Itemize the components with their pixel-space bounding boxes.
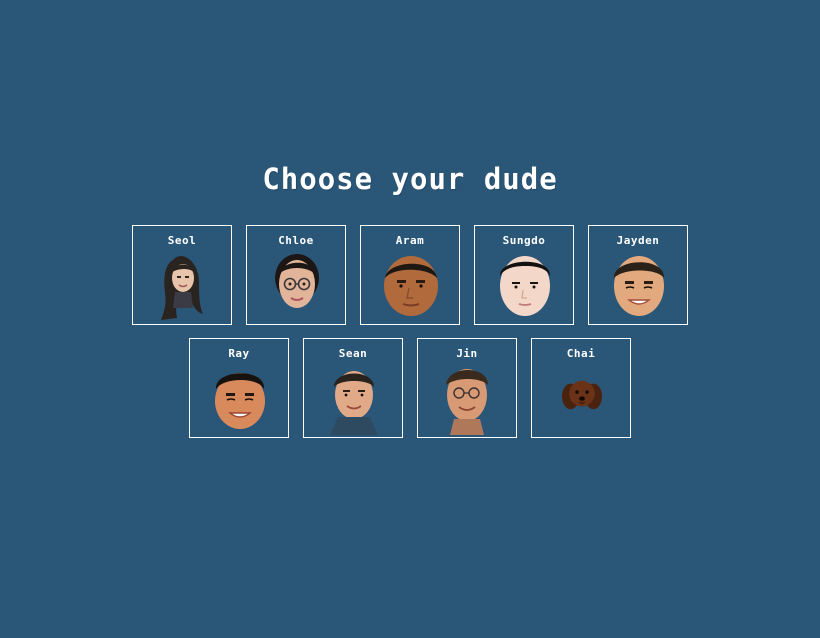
character-name: Chai bbox=[566, 347, 596, 360]
character-card-ray[interactable]: Ray bbox=[189, 338, 289, 438]
face-sean-icon bbox=[330, 371, 378, 435]
character-card-seol[interactable]: Seol bbox=[132, 225, 232, 325]
character-card-sungdo[interactable]: Sungdo bbox=[474, 225, 574, 325]
face-seol-icon bbox=[161, 256, 203, 320]
character-card-jin[interactable]: Jin bbox=[417, 338, 517, 438]
character-name: Sean bbox=[338, 347, 368, 360]
character-name: Aram bbox=[395, 234, 425, 247]
dog-face-chai-icon bbox=[562, 380, 602, 410]
character-name: Jin bbox=[456, 347, 478, 360]
character-card-chloe[interactable]: Chloe bbox=[246, 225, 346, 325]
character-card-sean[interactable]: Sean bbox=[303, 338, 403, 438]
face-ray-icon bbox=[215, 373, 265, 429]
character-card-jayden[interactable]: Jayden bbox=[588, 225, 688, 325]
character-name: Chloe bbox=[278, 234, 314, 247]
face-chloe-icon bbox=[275, 254, 319, 308]
character-card-chai[interactable]: Chai bbox=[531, 338, 631, 438]
face-aram-icon bbox=[384, 256, 438, 316]
face-jin-icon bbox=[446, 369, 488, 435]
face-sungdo-icon bbox=[499, 256, 551, 316]
page-title: Choose your dude bbox=[262, 162, 558, 196]
character-name: Seol bbox=[167, 234, 197, 247]
face-jayden-icon bbox=[613, 256, 665, 316]
character-name: Sungdo bbox=[502, 234, 546, 247]
character-name: Jayden bbox=[616, 234, 660, 247]
character-name: Ray bbox=[228, 347, 250, 360]
character-card-aram[interactable]: Aram bbox=[360, 225, 460, 325]
character-row-2: Ray Sean Jin Chai bbox=[0, 338, 820, 438]
character-row-1: Seol Chloe Aram Sungdo Jayden bbox=[0, 225, 820, 325]
